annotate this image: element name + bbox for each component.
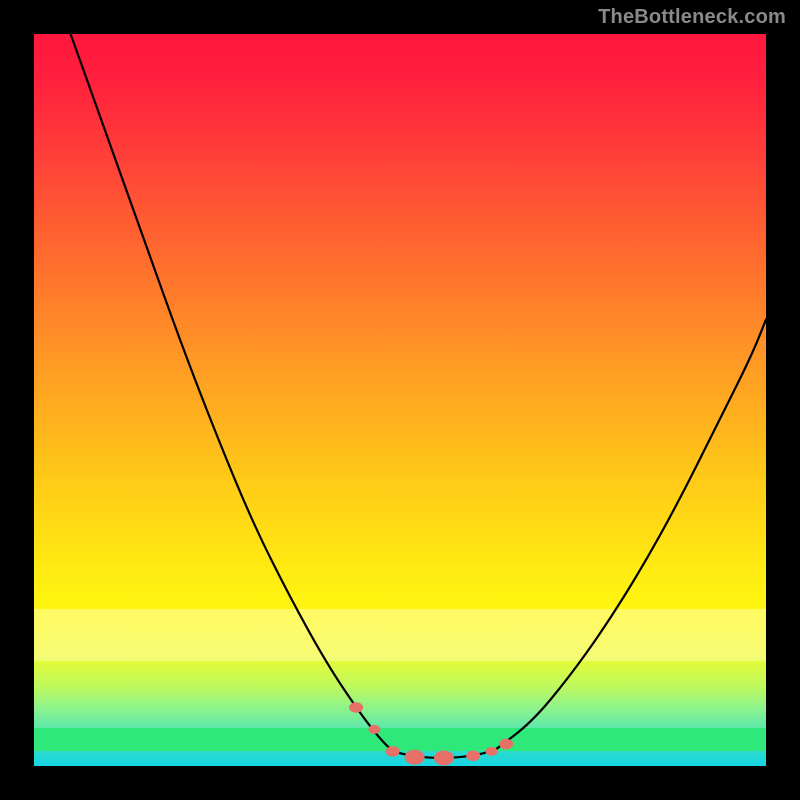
chart-frame: TheBottleneck.com bbox=[0, 0, 800, 800]
plot-area bbox=[34, 34, 766, 766]
marker-point bbox=[405, 750, 425, 765]
marker-point bbox=[386, 746, 400, 757]
watermark-text: TheBottleneck.com bbox=[598, 6, 786, 29]
marker-point bbox=[486, 747, 498, 756]
marker-point bbox=[499, 739, 513, 750]
marker-point bbox=[349, 702, 363, 713]
curve-layer bbox=[34, 34, 766, 766]
marker-point bbox=[368, 725, 380, 734]
marker-point bbox=[466, 751, 480, 762]
bottleneck-curve bbox=[71, 34, 766, 758]
marker-point bbox=[434, 750, 454, 765]
